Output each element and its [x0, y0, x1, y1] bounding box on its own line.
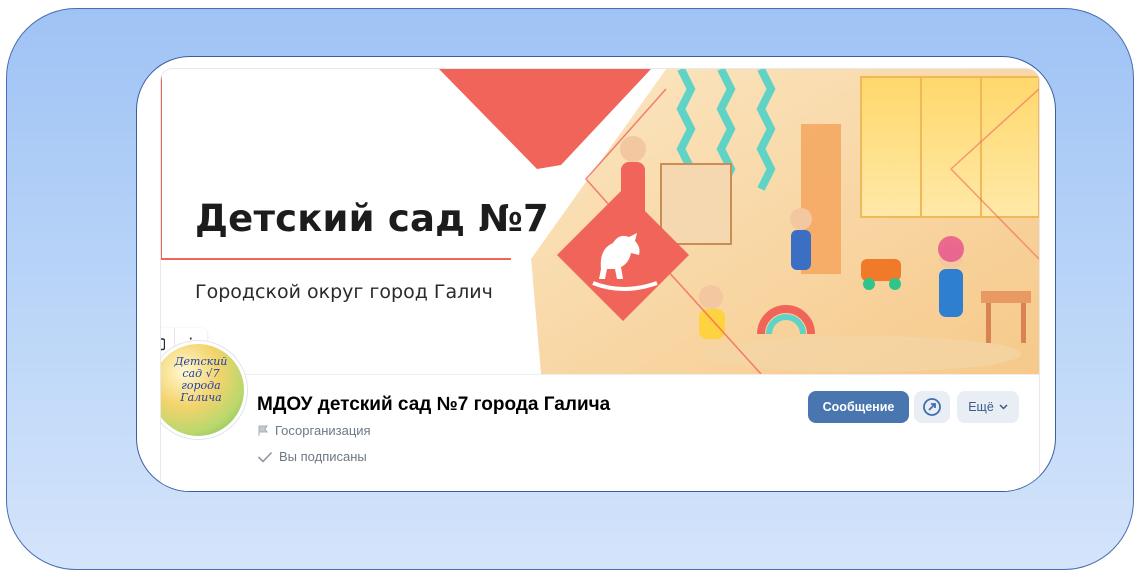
more-button[interactable]: Ещё: [957, 391, 1019, 423]
group-type-label: Госорганизация: [275, 423, 371, 438]
cover-subtitle: Городской округ город Галич: [195, 281, 493, 303]
share-arrow-icon: [923, 398, 941, 416]
subscription-label: Вы подписаны: [279, 449, 367, 464]
group-header-card: Детский сад №7 Городской округ город Гал…: [161, 69, 1039, 491]
share-button[interactable]: [914, 391, 950, 423]
avatar-text: Детский сад √7 города Галича: [174, 355, 228, 404]
cover-title: Детский сад №7: [195, 197, 549, 240]
chevron-down-icon: [999, 404, 1008, 410]
group-name: МДОУ детский сад №7 города Галича: [257, 394, 611, 415]
message-button[interactable]: Сообщение: [808, 391, 909, 423]
checkmark-icon: [257, 451, 273, 463]
cover-image: Детский сад №7 Городской округ город Гал…: [161, 69, 1039, 374]
more-button-label: Ещё: [968, 400, 994, 414]
flag-icon: [258, 425, 268, 436]
inner-decorative-frame: Детский сад №7 Городской округ город Гал…: [136, 56, 1056, 492]
subscription-status[interactable]: Вы подписаны: [257, 449, 367, 464]
group-type: Госорганизация: [257, 423, 371, 438]
